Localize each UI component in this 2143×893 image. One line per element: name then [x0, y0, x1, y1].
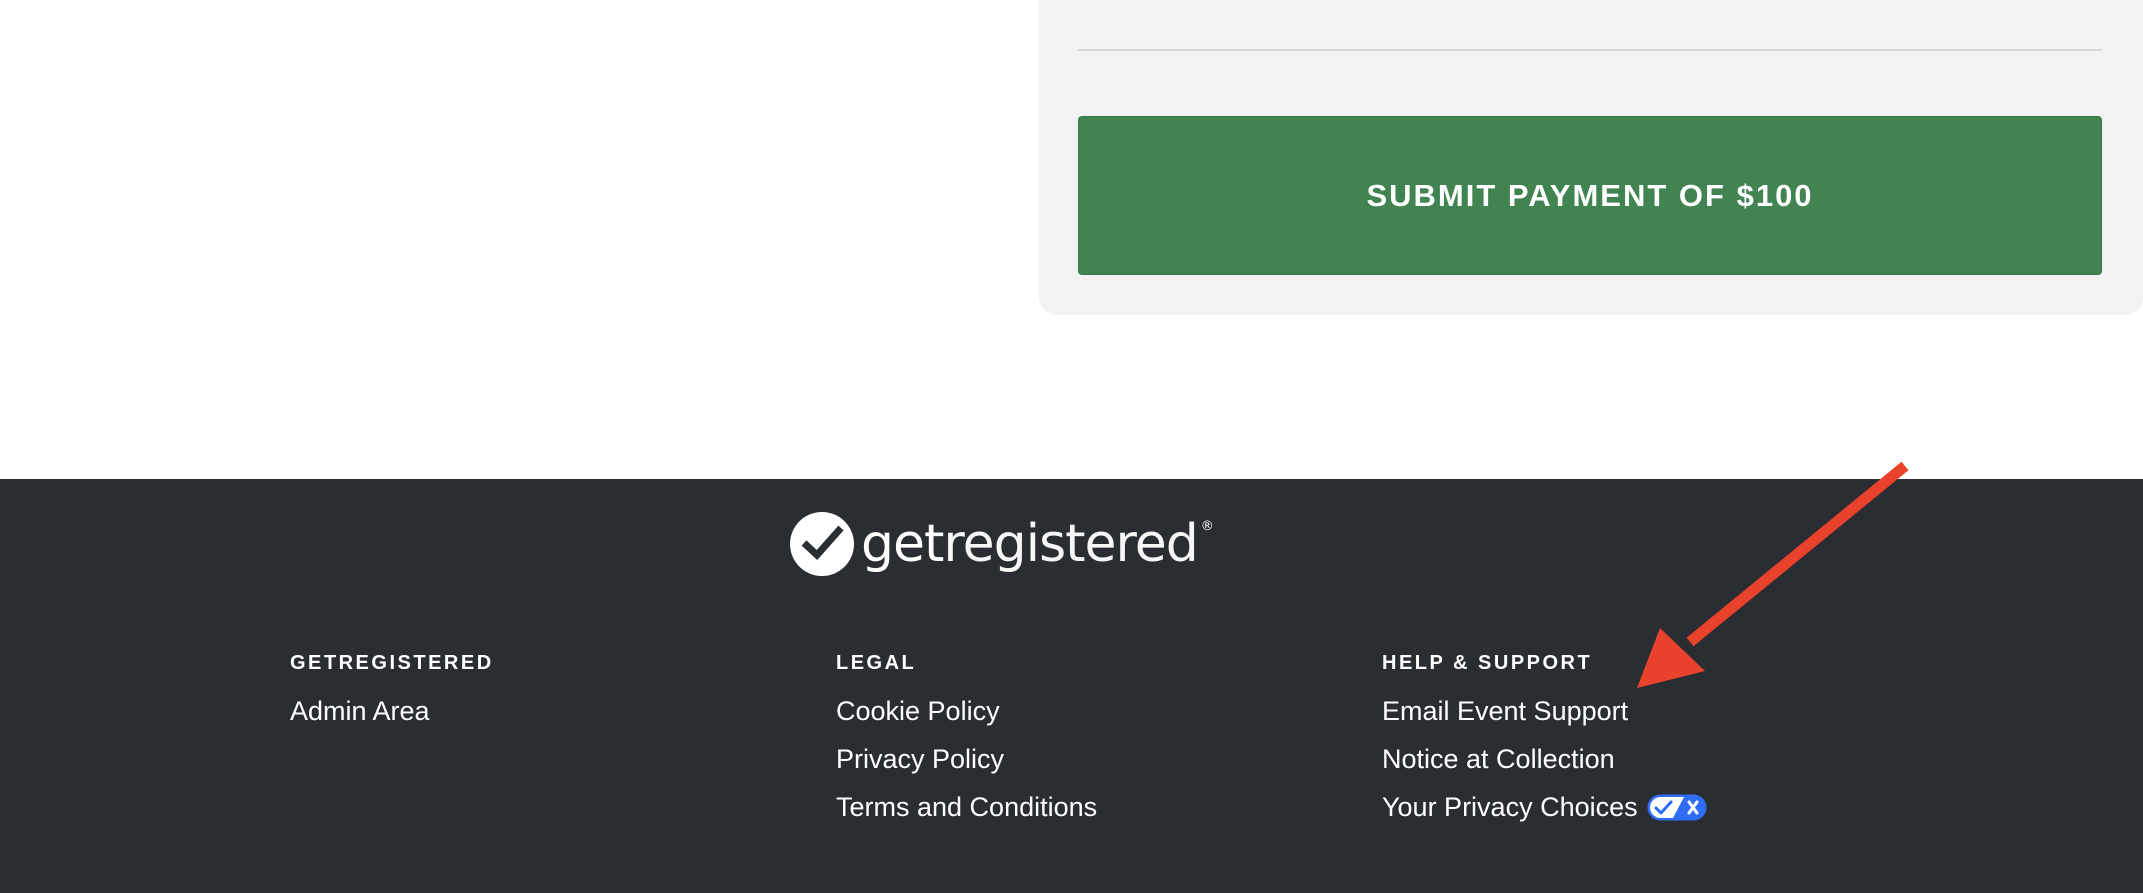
- page-body: SUBMIT PAYMENT OF $100: [0, 0, 2143, 479]
- terms-and-conditions-link[interactable]: Terms and Conditions: [836, 783, 1097, 831]
- privacy-choices-toggle-icon: [1647, 794, 1707, 820]
- footer-column-help-support: HELP & SUPPORT Email Event Support Notic…: [1382, 651, 1707, 831]
- logo-text-get: get: [861, 514, 944, 574]
- logo-wordmark: get registered ®: [861, 514, 1214, 574]
- notice-at-collection-link[interactable]: Notice at Collection: [1382, 735, 1707, 783]
- your-privacy-choices-link[interactable]: Your Privacy Choices: [1382, 783, 1707, 831]
- site-footer: get registered ® GETREGISTERED Admin Area …: [0, 479, 2143, 893]
- footer-heading-getregistered: GETREGISTERED: [290, 652, 494, 674]
- registered-mark: ®: [1200, 519, 1214, 534]
- footer-column-getregistered: GETREGISTERED Admin Area: [290, 651, 494, 735]
- email-event-support-link[interactable]: Email Event Support: [1382, 687, 1707, 735]
- your-privacy-choices-label: Your Privacy Choices: [1382, 792, 1638, 822]
- submit-payment-button[interactable]: SUBMIT PAYMENT OF $100: [1078, 116, 2102, 275]
- footer-heading-legal: LEGAL: [836, 652, 917, 674]
- checkmark-circle-icon: [790, 512, 854, 576]
- getregistered-logo[interactable]: get registered ®: [789, 509, 1214, 579]
- logo-text-registered: registered: [943, 514, 1198, 574]
- panel-divider: [1078, 49, 2102, 51]
- privacy-policy-link[interactable]: Privacy Policy: [836, 735, 1097, 783]
- footer-heading-help-support: HELP & SUPPORT: [1382, 652, 1593, 674]
- payment-panel: SUBMIT PAYMENT OF $100: [1039, 0, 2143, 315]
- footer-column-legal: LEGAL Cookie Policy Privacy Policy Terms…: [836, 651, 1097, 831]
- cookie-policy-link[interactable]: Cookie Policy: [836, 687, 1097, 735]
- admin-area-link[interactable]: Admin Area: [290, 687, 494, 735]
